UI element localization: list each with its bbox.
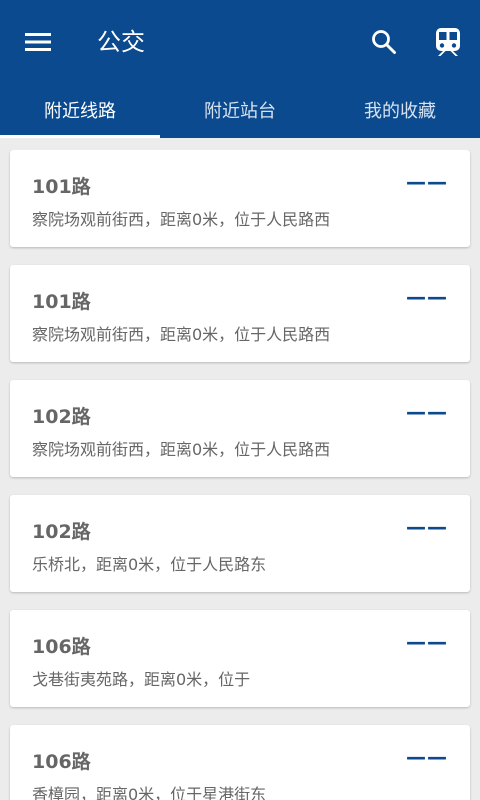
route-eta: —— xyxy=(406,515,448,539)
route-card[interactable]: 106路 戈巷街夷苑路，距离0米，位于 —— xyxy=(10,610,470,707)
route-eta: —— xyxy=(406,285,448,309)
toolbar: 公交 xyxy=(0,0,480,82)
route-name: 102路 xyxy=(32,521,91,543)
route-card[interactable]: 102路 察院场观前街西，距离0米，位于人民路西 —— xyxy=(10,380,470,477)
tab-favorites[interactable]: 我的收藏 xyxy=(320,82,480,138)
route-detail: 戈巷街夷苑路，距离0米，位于 xyxy=(32,670,251,689)
route-list[interactable]: 101路 察院场观前街西，距离0米，位于人民路西 —— 101路 察院场观前街西… xyxy=(0,150,480,800)
route-name: 106路 xyxy=(32,636,91,658)
tab-nearby-stops[interactable]: 附近站台 xyxy=(160,82,320,138)
route-name: 101路 xyxy=(32,176,91,198)
tab-label: 附近站台 xyxy=(204,101,276,122)
route-eta: —— xyxy=(406,170,448,194)
bus-button[interactable] xyxy=(430,24,466,60)
route-card[interactable]: 106路 香樟园，距离0米，位于星港街东 —— xyxy=(10,725,470,800)
route-detail: 乐桥北，距离0米，位于人民路东 xyxy=(32,555,267,574)
route-card[interactable]: 102路 乐桥北，距离0米，位于人民路东 —— xyxy=(10,495,470,592)
route-eta: —— xyxy=(406,400,448,424)
tab-indicator xyxy=(0,135,160,138)
route-eta: —— xyxy=(406,630,448,654)
route-detail: 察院场观前街西，距离0米，位于人民路西 xyxy=(32,325,331,344)
menu-button[interactable] xyxy=(20,24,56,60)
tab-bar: 附近线路 附近站台 我的收藏 xyxy=(0,82,480,138)
search-button[interactable] xyxy=(366,24,402,60)
route-name: 101路 xyxy=(32,291,91,313)
tab-nearby-routes[interactable]: 附近线路 xyxy=(0,82,160,138)
route-detail: 察院场观前街西，距离0米，位于人民路西 xyxy=(32,210,331,229)
route-eta: —— xyxy=(406,745,448,769)
search-icon xyxy=(372,30,396,54)
route-card[interactable]: 101路 察院场观前街西，距离0米，位于人民路西 —— xyxy=(10,150,470,247)
app-bar: 公交 附近线路 附近站台 我的收藏 xyxy=(0,0,480,138)
route-name: 106路 xyxy=(32,751,91,773)
tab-label: 附近线路 xyxy=(44,101,116,122)
tab-label: 我的收藏 xyxy=(364,101,436,122)
page-title: 公交 xyxy=(97,28,145,56)
route-card[interactable]: 101路 察院场观前街西，距离0米，位于人民路西 —— xyxy=(10,265,470,362)
bus-icon xyxy=(436,28,460,56)
menu-icon xyxy=(25,33,51,51)
route-name: 102路 xyxy=(32,406,91,428)
route-detail: 香樟园，距离0米，位于星港街东 xyxy=(32,785,267,800)
route-detail: 察院场观前街西，距离0米，位于人民路西 xyxy=(32,440,331,459)
